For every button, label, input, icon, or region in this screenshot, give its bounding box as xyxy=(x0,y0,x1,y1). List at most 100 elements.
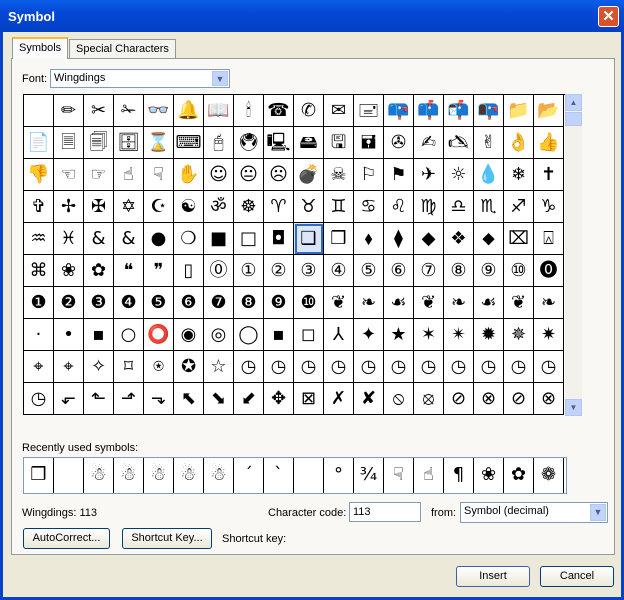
symbol-cell[interactable]: ✠ xyxy=(84,191,114,223)
symbol-cell[interactable]: ❦ xyxy=(504,287,534,319)
symbol-cell[interactable]: ❒ xyxy=(324,223,354,255)
symbol-cell[interactable]: ❖ xyxy=(444,223,474,255)
symbol-cell[interactable]: ◷ xyxy=(264,351,294,383)
symbol-cell[interactable]: ☺ xyxy=(204,159,234,191)
from-select[interactable]: Symbol (decimal) ▼ xyxy=(460,502,608,523)
symbol-cell[interactable]: ❞ xyxy=(144,255,174,287)
symbol-cell[interactable]: ☟ xyxy=(144,159,174,191)
symbol-cell[interactable]: ② xyxy=(264,255,294,287)
symbol-cell[interactable]: 👍 xyxy=(534,127,564,159)
close-button[interactable]: ✕ xyxy=(598,6,619,27)
symbol-cell[interactable]: 😐 xyxy=(234,159,264,191)
symbol-cell[interactable]: ⚑ xyxy=(384,159,414,191)
symbol-grid[interactable]: ✏ ✂ ✁ 👓 🔔 📖 🕯 ☎ ✆ ✉ 🖃 📪 📫 📬 📭 📁 📂 📄 🗏 🗐 🗄 ⌛ ⌨ 🖰 🖲 🖳 🖴 🖫 🖬 ✇ ✍ 🖎 ✌ 👌 👍 👎 ☜ ☞ ☝ ☟… xyxy=(23,94,565,415)
symbol-cell[interactable]: ◷ xyxy=(384,351,414,383)
symbol-cell[interactable]: 🖳 xyxy=(264,127,294,159)
recent-symbol-cell[interactable] xyxy=(294,458,324,493)
recent-symbol-cell[interactable]: ˋ xyxy=(264,458,294,493)
symbol-cell[interactable]: 📪 xyxy=(384,95,414,127)
symbol-cell[interactable]: ✂ xyxy=(84,95,114,127)
symbol-cell[interactable]: ✧ xyxy=(84,351,114,383)
symbol-cell[interactable]: ❧ xyxy=(534,287,564,319)
symbol-cell[interactable]: ⍟ xyxy=(144,351,174,383)
symbol-cell[interactable]: 📖 xyxy=(204,95,234,127)
symbol-cell[interactable]: ⚐ xyxy=(354,159,384,191)
symbol-cell[interactable]: ♏ xyxy=(474,191,504,223)
recent-symbols[interactable]: ❒ ☃ ☃ ☃ ☃ ☃ ˊ ˋ ° ¾ ☟ ☝ ¶ ❀ ✿ ❁ xyxy=(23,457,567,494)
symbol-cell[interactable]: ✁ xyxy=(114,95,144,127)
symbol-cell[interactable]: ✞ xyxy=(24,191,54,223)
symbol-cell[interactable]: ⓿ xyxy=(534,255,564,287)
symbol-cell[interactable]: 🖰 xyxy=(204,127,234,159)
symbol-cell[interactable]: ♐ xyxy=(504,191,534,223)
autocorrect-button[interactable]: AutoCorrect... xyxy=(23,528,110,549)
symbol-cell[interactable]: ◷ xyxy=(324,351,354,383)
symbol-cell[interactable]: ✹ xyxy=(474,319,504,351)
symbol-cell[interactable]: ⬑ xyxy=(84,383,114,415)
symbol-cell[interactable]: & xyxy=(114,223,144,255)
symbol-cell[interactable]: 📬 xyxy=(444,95,474,127)
symbol-cell[interactable]: ☹ xyxy=(264,159,294,191)
symbol-cell[interactable]: 💧 xyxy=(474,159,504,191)
symbol-cell[interactable]: ⑤ xyxy=(354,255,384,287)
recent-symbol-cell[interactable]: ¾ xyxy=(354,458,384,493)
symbol-cell[interactable]: ❄ xyxy=(504,159,534,191)
symbol-cell[interactable]: ✿ xyxy=(84,255,114,287)
symbol-cell[interactable]: 🖃 xyxy=(354,95,384,127)
symbol-cell[interactable]: 🖎 xyxy=(444,127,474,159)
symbol-cell[interactable]: ❺ xyxy=(144,287,174,319)
recent-symbol-cell[interactable]: ☟ xyxy=(384,458,414,493)
symbol-cell[interactable]: ♒ xyxy=(24,223,54,255)
symbol-cell[interactable]: 🕯 xyxy=(234,95,264,127)
char-code-input[interactable] xyxy=(349,502,421,522)
symbol-cell[interactable]: ✍ xyxy=(414,127,444,159)
recent-symbol-cell[interactable] xyxy=(54,458,84,493)
symbol-cell[interactable]: ◆ xyxy=(414,223,444,255)
recent-symbol-cell[interactable]: ❒ xyxy=(24,458,54,493)
symbol-cell[interactable]: ③ xyxy=(294,255,324,287)
symbol-cell[interactable]: 🗐 xyxy=(84,127,114,159)
symbol-cell[interactable]: ✴ xyxy=(444,319,474,351)
symbol-cell[interactable]: 📂 xyxy=(534,95,564,127)
symbol-cell[interactable]: ⬊ xyxy=(204,383,234,415)
font-select[interactable]: Wingdings ▼ xyxy=(50,69,230,88)
symbol-cell[interactable]: ✘ xyxy=(354,383,384,415)
symbol-cell[interactable]: ✇ xyxy=(384,127,414,159)
recent-symbol-cell[interactable]: ˊ xyxy=(234,458,264,493)
symbol-cell[interactable]: ⑩ xyxy=(504,255,534,287)
symbol-cell[interactable]: 🖫 xyxy=(324,127,354,159)
symbol-cell[interactable]: ⭕ xyxy=(144,319,174,351)
symbol-cell[interactable]: ♈ xyxy=(264,191,294,223)
symbol-cell[interactable]: ❑ xyxy=(294,223,324,255)
symbol-cell[interactable]: ⑥ xyxy=(384,255,414,287)
symbol-cell[interactable]: ✈ xyxy=(414,159,444,191)
symbol-cell[interactable]: ◻ xyxy=(294,319,324,351)
symbol-cell[interactable]: ❍ xyxy=(174,223,204,255)
symbol-cell[interactable]: ⊗ xyxy=(474,383,504,415)
symbol-cell[interactable]: ♑ xyxy=(534,191,564,223)
insert-button[interactable]: Insert xyxy=(456,566,530,587)
recent-symbol-cell[interactable]: ☃ xyxy=(84,458,114,493)
symbol-cell[interactable]: ◉ xyxy=(174,319,204,351)
symbol-cell[interactable]: 🔔 xyxy=(174,95,204,127)
symbol-cell[interactable]: ⌑ xyxy=(114,351,144,383)
symbol-cell[interactable]: 👓 xyxy=(144,95,174,127)
symbol-cell[interactable]: ⬥ xyxy=(474,223,504,255)
symbol-cell[interactable]: ♓ xyxy=(54,223,84,255)
symbol-cell[interactable]: ✵ xyxy=(504,319,534,351)
symbol-cell[interactable]: ⬏ xyxy=(114,383,144,415)
symbol-cell[interactable]: ◷ xyxy=(444,351,474,383)
symbol-cell[interactable]: · xyxy=(24,319,54,351)
symbol-cell[interactable]: ❝ xyxy=(114,255,144,287)
symbol-cell[interactable]: ☜ xyxy=(54,159,84,191)
symbol-cell[interactable]: ✶ xyxy=(414,319,444,351)
symbol-cell[interactable]: ♊ xyxy=(324,191,354,223)
symbol-cell[interactable]: ⬋ xyxy=(234,383,264,415)
symbol-cell[interactable]: ॐ xyxy=(204,191,234,223)
symbol-cell[interactable]: ❧ xyxy=(444,287,474,319)
recent-symbol-cell[interactable]: ¶ xyxy=(444,458,474,493)
symbol-cell[interactable]: 👎 xyxy=(24,159,54,191)
symbol-cell[interactable]: ☙ xyxy=(474,287,504,319)
symbol-cell[interactable]: ❧ xyxy=(354,287,384,319)
symbol-cell[interactable]: ❾ xyxy=(264,287,294,319)
